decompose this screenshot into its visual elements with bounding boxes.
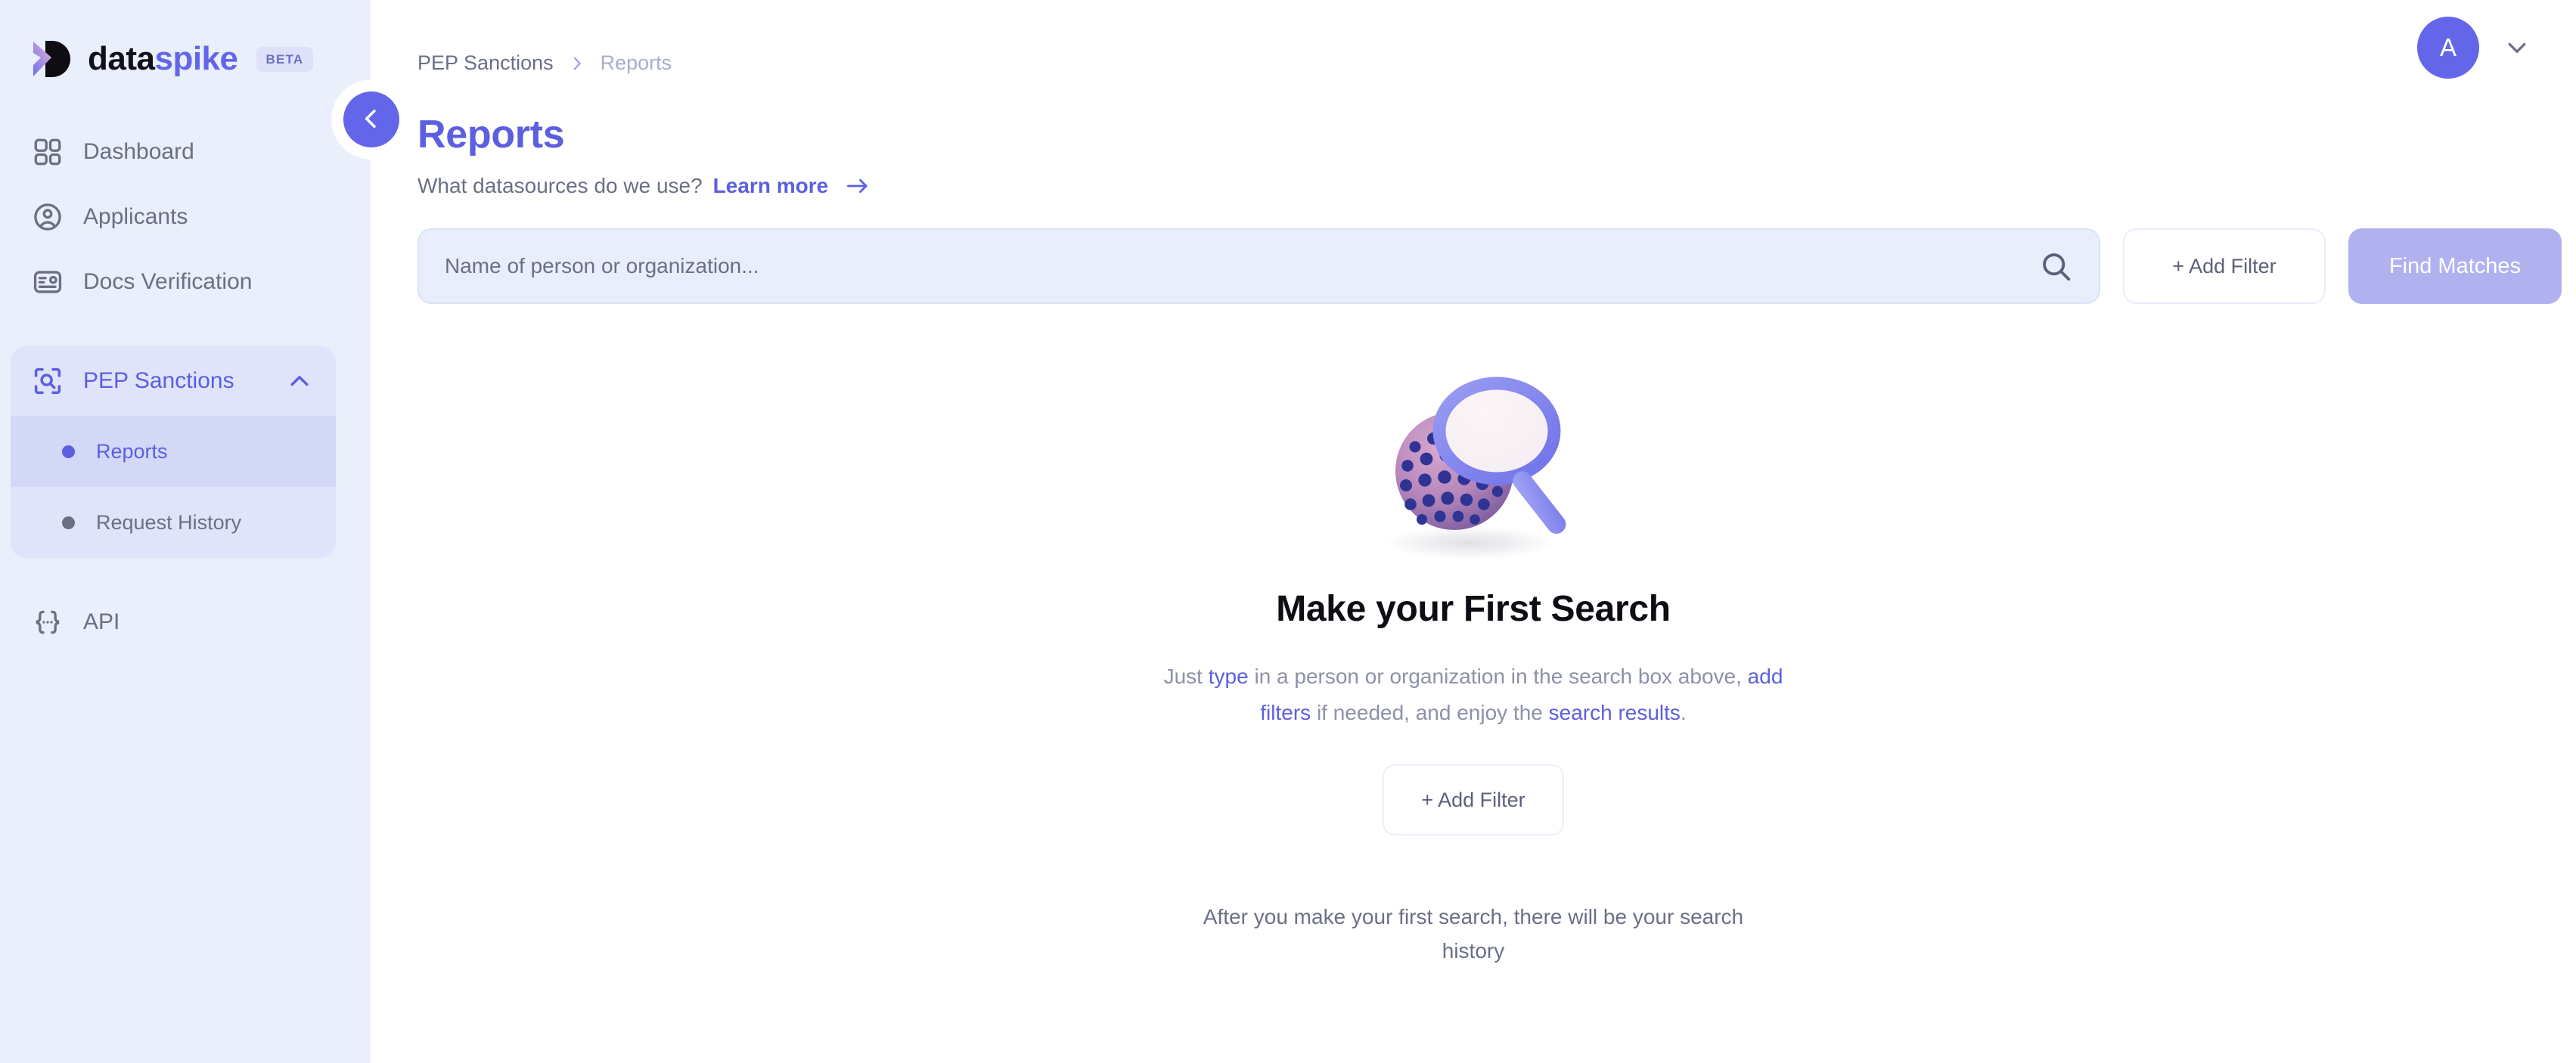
type-link[interactable]: type: [1209, 665, 1249, 688]
bullet-icon: [62, 445, 75, 458]
chevron-down-icon[interactable]: [2503, 34, 2531, 61]
search-input[interactable]: [445, 254, 2038, 278]
sidebar-item-dashboard[interactable]: Dashboard: [0, 119, 371, 184]
arrow-right-icon[interactable]: [845, 175, 871, 197]
breadcrumb-item-pep-sanctions[interactable]: PEP Sanctions: [417, 51, 554, 75]
main-content: PEP Sanctions Reports A Reports What dat…: [371, 0, 2576, 1063]
user-menu[interactable]: A: [2417, 17, 2531, 79]
page-subtitle: What datasources do we use? Learn more: [371, 157, 2576, 198]
brand-name-part2: spike: [154, 40, 238, 77]
search-results-link[interactable]: search results: [1549, 701, 1681, 724]
breadcrumb: PEP Sanctions Reports: [417, 51, 672, 75]
desc-text: .: [1680, 701, 1687, 725]
brand-name-part1: data: [88, 40, 155, 77]
sidebar-collapse-button[interactable]: [343, 91, 399, 147]
empty-state-title: Make your First Search: [1276, 589, 1671, 629]
sidebar-item-reports[interactable]: Reports: [11, 416, 336, 487]
sidebar-subitem-label: Request History: [96, 510, 242, 534]
grid-icon: [32, 136, 64, 168]
sidebar: dataspike BETA Dashboard Applicants Docs…: [0, 0, 411, 1063]
beta-badge: BETA: [256, 46, 314, 72]
learn-more-link[interactable]: Learn more: [713, 174, 829, 198]
dataspike-logo-icon: [32, 39, 74, 79]
sidebar-nav: Dashboard Applicants Docs Verification P…: [0, 119, 371, 655]
empty-state: Make your First Search Just type in a pe…: [371, 304, 2576, 968]
subtitle-question: What datasources do we use?: [417, 174, 703, 197]
sidebar-item-api[interactable]: API: [0, 590, 371, 655]
search-box[interactable]: [417, 228, 2100, 304]
add-filter-button[interactable]: + Add Filter: [2123, 228, 2326, 304]
avatar[interactable]: A: [2417, 17, 2479, 79]
chevron-right-icon: [569, 53, 585, 74]
desc-text: in a person or organization in the searc…: [1248, 665, 1742, 688]
user-circle-icon: [32, 201, 64, 233]
sidebar-item-applicants[interactable]: Applicants: [0, 184, 371, 249]
add-filter-button-empty-state[interactable]: + Add Filter: [1383, 764, 1564, 836]
search-row: + Add Filter Find Matches: [371, 198, 2576, 304]
app-root: dataspike BETA Dashboard Applicants Docs…: [0, 0, 2576, 1063]
topbar: PEP Sanctions Reports A: [371, 0, 2576, 91]
find-matches-button[interactable]: Find Matches: [2348, 228, 2562, 304]
sidebar-item-label: Docs Verification: [83, 269, 253, 294]
brand-name: dataspike: [88, 42, 238, 76]
id-card-icon: [32, 266, 64, 298]
sidebar-item-docs-verification[interactable]: Docs Verification: [0, 249, 371, 315]
empty-state-description: Just type in a person or organization in…: [1148, 659, 1799, 731]
empty-state-footer: After you make your first search, there …: [1203, 905, 1744, 963]
sidebar-subitem-label: Reports: [96, 439, 168, 463]
sidebar-item-request-history[interactable]: Request History: [11, 487, 336, 558]
scan-search-icon: [32, 365, 64, 397]
page-title: Reports: [417, 113, 565, 157]
chevron-up-icon[interactable]: [286, 367, 313, 395]
desc-text: if needed, and enjoy the: [1311, 701, 1549, 725]
breadcrumb-item-reports[interactable]: Reports: [601, 51, 672, 75]
sidebar-item-label: API: [83, 609, 120, 634]
brand-logo[interactable]: dataspike BETA: [0, 0, 371, 79]
sidebar-item-label: Applicants: [83, 204, 188, 229]
chevron-left-icon: [357, 104, 386, 135]
sidebar-item-pep-sanctions[interactable]: PEP Sanctions: [11, 346, 336, 416]
sidebar-group-pep-sanctions: PEP Sanctions Reports Request History: [11, 346, 336, 558]
sidebar-collapse-wrap: [331, 79, 411, 160]
bullet-icon: [62, 516, 75, 529]
braces-icon: [32, 606, 64, 638]
magnifier-sphere-illustration: [1349, 348, 1598, 575]
sidebar-item-label: Dashboard: [83, 139, 194, 164]
search-icon[interactable]: [2038, 249, 2073, 284]
sidebar-group-label: PEP Sanctions: [83, 368, 234, 393]
desc-text: Just: [1163, 665, 1209, 688]
